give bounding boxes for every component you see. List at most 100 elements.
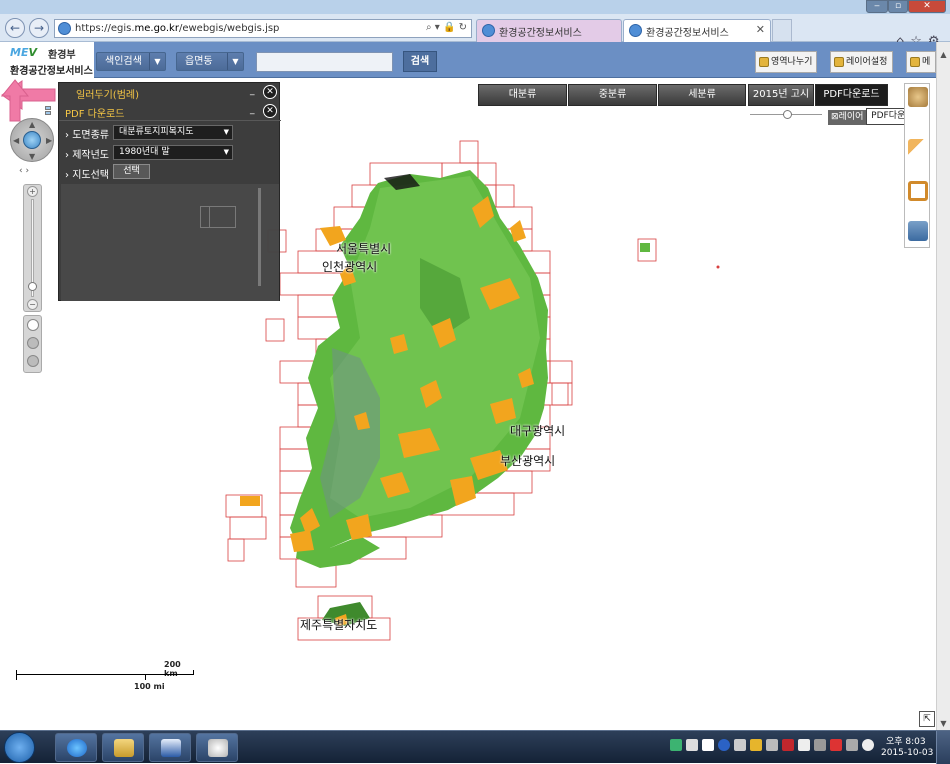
ministry-name: 환경부: [48, 50, 76, 61]
opacity-slider[interactable]: [750, 110, 822, 120]
network-icon[interactable]: [670, 739, 682, 751]
antivirus-icon[interactable]: [830, 739, 842, 751]
site-logo[interactable]: MEV 환경부 환경공간정보서비스: [0, 42, 94, 78]
ime-icon[interactable]: [686, 739, 698, 751]
security-icon[interactable]: [750, 739, 762, 751]
tab-close-icon[interactable]: ✕: [756, 23, 765, 36]
tab-middle-class[interactable]: 중분류: [568, 84, 657, 106]
minimize-icon[interactable]: _: [250, 105, 255, 115]
pan-control[interactable]: ▲ ▼ ◀ ▶: [10, 118, 54, 162]
start-button[interactable]: [4, 732, 35, 763]
globe-icon[interactable]: [23, 131, 41, 149]
map-label-daegu: 대구광역시: [510, 424, 566, 438]
tab-2015-notice[interactable]: 2015년 고시: [748, 84, 814, 106]
tray-icon[interactable]: [766, 739, 778, 751]
minimize-button[interactable]: ‒: [866, 0, 888, 13]
layer-settings-button[interactable]: 레이어설정: [830, 51, 893, 73]
pan-right-icon[interactable]: ▶: [46, 136, 52, 145]
close-icon[interactable]: ✕: [263, 85, 277, 99]
forward-button[interactable]: →: [29, 18, 49, 38]
tab-major-class[interactable]: 대분류: [478, 84, 567, 106]
palette-icon[interactable]: [908, 87, 928, 107]
chevron-down-icon: ▼: [223, 128, 229, 136]
split-area-button[interactable]: 영역나누기: [755, 51, 817, 73]
maximize-button[interactable]: ▫: [888, 0, 908, 13]
windows-taskbar: 오후 8:03 2015-10-03: [0, 730, 950, 764]
help-icon[interactable]: [718, 739, 730, 751]
battery-icon[interactable]: [846, 739, 858, 751]
menu-button[interactable]: 메뉴: [906, 51, 936, 73]
map-pick-button[interactable]: 선택: [113, 164, 150, 179]
zoom-thumb[interactable]: [28, 282, 37, 291]
acrobat-icon[interactable]: [782, 739, 794, 751]
zoom-slider[interactable]: + −: [23, 184, 42, 312]
back-button[interactable]: ←: [5, 18, 25, 38]
hand-pan-icon[interactable]: [27, 319, 39, 331]
hanja-icon[interactable]: [702, 739, 714, 751]
browser-navbar: ← → https://egis.me.go.kr/ewebgis/webgis…: [0, 14, 950, 49]
tab-pdf-download[interactable]: PDF다운로드: [815, 84, 888, 106]
map-canvas[interactable]: 서울특별시 인천광역시 대구광역시 부산광역시 제주특별자치도 대분류 중분류 …: [0, 78, 936, 730]
flag-icon[interactable]: [798, 739, 810, 751]
tab-label: 환경공간정보서비스: [646, 28, 729, 39]
chevron-down-icon: ▼: [149, 53, 165, 70]
pan-left-icon[interactable]: ◀: [13, 136, 19, 145]
print-icon[interactable]: [908, 221, 928, 241]
taskbar-file-explorer[interactable]: [102, 733, 144, 762]
measure-icon[interactable]: [908, 139, 928, 159]
taskbar-internet-explorer[interactable]: [55, 733, 97, 762]
pdf-header[interactable]: PDF 다운로드 _ ✕: [45, 102, 281, 121]
right-toolbar: [904, 83, 930, 248]
clock-date[interactable]: 2015-10-03: [881, 748, 933, 758]
history-arrows[interactable]: ‹ ›: [19, 166, 45, 180]
show-desktop-button[interactable]: [936, 731, 950, 764]
zoom-in-icon[interactable]: +: [27, 186, 38, 197]
search-button[interactable]: 검색: [403, 51, 437, 72]
page-scrollbar[interactable]: ▲ ▼: [936, 42, 950, 730]
address-bar[interactable]: https://egis.me.go.kr/ewebgis/webgis.jsp…: [54, 19, 472, 38]
year-select[interactable]: 1980년대 말 ▼: [113, 145, 233, 160]
taskbar-paint[interactable]: [196, 733, 238, 762]
map-label-incheon: 인천광역시: [322, 260, 378, 274]
scale-tick: [145, 674, 146, 680]
zoom-out-icon[interactable]: −: [27, 299, 38, 310]
map-mode-tools: [23, 315, 42, 373]
site-header: MEV 환경부 환경공간정보서비스 색인검색 ▼ 읍면동 ▼ 검색 영역나누기 레이…: [0, 42, 936, 78]
crop-icon[interactable]: [908, 181, 928, 201]
minimize-icon[interactable]: _: [250, 86, 255, 96]
index-search-select[interactable]: 색인검색 ▼: [96, 52, 166, 71]
region-dong-select[interactable]: 읍면동 ▼: [176, 52, 244, 71]
browser-tab-1[interactable]: 환경공간정보서비스: [476, 19, 622, 42]
close-window-button[interactable]: ✕: [908, 0, 946, 13]
expand-corner-icon[interactable]: ⇱: [919, 711, 935, 727]
split-icon: [759, 57, 769, 67]
panel-scrollbar[interactable]: [258, 188, 261, 286]
new-tab-button[interactable]: [772, 19, 792, 41]
address-bar-icons[interactable]: ⌕ ▾ 🔒 ↻: [426, 22, 467, 33]
scroll-up-icon[interactable]: ▲: [937, 50, 950, 59]
scale-bar: 200 km 100 mi: [14, 660, 196, 692]
browser-tab-2-active[interactable]: 환경공간정보서비스 ✕: [623, 19, 771, 42]
peninsula-land-cover: [240, 170, 650, 626]
display-icon[interactable]: [814, 739, 826, 751]
tray-icon[interactable]: [734, 739, 746, 751]
zoom-in-box-icon[interactable]: [27, 337, 39, 349]
zoom-out-box-icon[interactable]: [27, 355, 39, 367]
layer-chip[interactable]: ⊠레이어: [828, 110, 868, 125]
pan-down-icon[interactable]: ▼: [29, 152, 35, 161]
volume-icon[interactable]: [862, 739, 874, 751]
menu-icon: [910, 57, 920, 67]
url-text: https://egis.me.go.kr/ewebgis/webgis.jsp: [75, 23, 280, 34]
legend-header[interactable]: 일러두기(범례) _ ✕: [45, 83, 281, 102]
scroll-down-icon[interactable]: ▼: [937, 719, 950, 728]
close-icon[interactable]: ✕: [263, 104, 277, 118]
map-label-seoul: 서울특별시: [336, 242, 392, 256]
slider-knob[interactable]: [783, 110, 792, 119]
map-kind-select[interactable]: 대분류토지피복지도 ▼: [113, 125, 233, 140]
legend-title: 일러두기(범례): [76, 90, 140, 101]
search-input[interactable]: [256, 52, 393, 72]
tab-minor-class[interactable]: 세분류: [658, 84, 746, 106]
pdf-preview-area[interactable]: [61, 184, 279, 301]
clock-time[interactable]: 오후 8:03: [886, 734, 926, 747]
taskbar-word[interactable]: [149, 733, 191, 762]
